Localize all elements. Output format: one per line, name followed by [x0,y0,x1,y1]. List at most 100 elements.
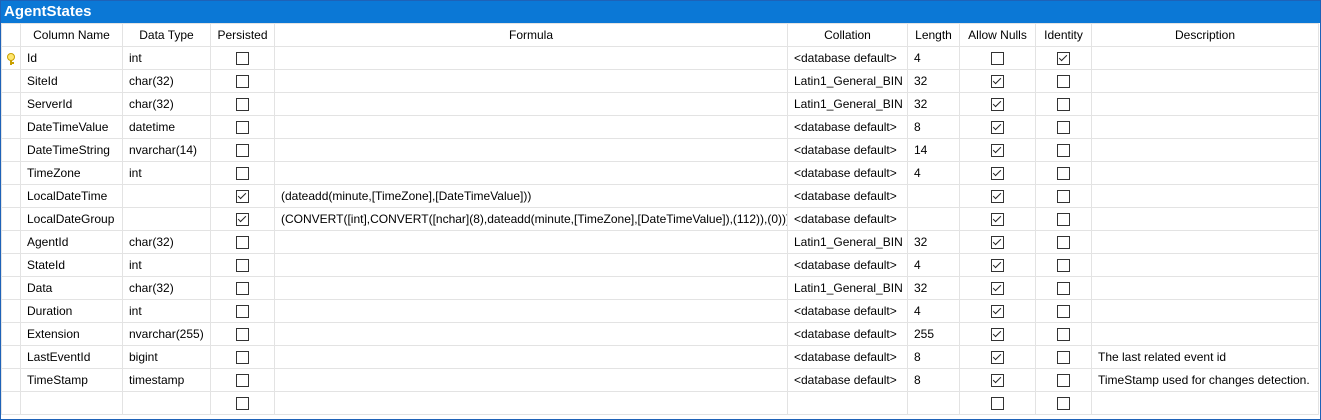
column-name-cell[interactable]: LocalDateGroup [20,207,123,231]
description-cell[interactable] [1091,299,1319,323]
persisted-checkbox[interactable] [236,282,249,296]
column-name-cell[interactable]: Id [20,46,123,70]
data-type-cell[interactable] [122,207,211,231]
row-selector[interactable] [1,276,21,300]
table-row[interactable]: Extension nvarchar(255) <database default>… [1,322,1319,346]
column-name-cell[interactable]: ServerId [20,92,123,116]
length-cell[interactable]: 32 [907,230,960,254]
allow-nulls-checkbox[interactable] [991,98,1004,112]
identity-checkbox[interactable] [1057,328,1070,342]
formula-cell[interactable] [274,276,788,300]
allow-nulls-checkbox[interactable] [991,213,1004,227]
header-description[interactable]: Description [1091,23,1319,47]
row-selector[interactable] [1,138,21,162]
length-cell[interactable]: 8 [907,368,960,392]
formula-cell[interactable]: (dateadd(minute,[TimeZone],[DateTimeValu… [274,184,788,208]
row-selector[interactable] [1,184,21,208]
description-cell[interactable] [1091,92,1319,116]
column-name-cell[interactable]: Extension [20,322,123,346]
data-type-cell[interactable] [122,184,211,208]
header-length[interactable]: Length [907,23,960,47]
identity-checkbox[interactable] [1057,98,1070,112]
column-name-cell[interactable]: AgentId [20,230,123,254]
description-cell[interactable] [1091,115,1319,139]
data-type-cell[interactable]: nvarchar(255) [122,322,211,346]
length-cell[interactable]: 4 [907,161,960,185]
column-name-cell[interactable]: Duration [20,299,123,323]
formula-cell[interactable] [274,92,788,116]
identity-checkbox[interactable] [1057,52,1070,66]
persisted-checkbox[interactable] [236,259,249,273]
data-type-cell[interactable]: char(32) [122,276,211,300]
formula-cell[interactable] [274,161,788,185]
description-cell[interactable] [1091,391,1319,415]
description-cell[interactable] [1091,69,1319,93]
collation-cell[interactable]: <database default> [787,345,908,369]
data-type-cell[interactable]: char(32) [122,230,211,254]
allow-nulls-checkbox[interactable] [991,397,1004,411]
length-cell[interactable]: 32 [907,92,960,116]
description-cell[interactable] [1091,322,1319,346]
table-row[interactable]: Data char(32) Latin1_General_BIN 32 [1,276,1319,300]
identity-checkbox[interactable] [1057,259,1070,273]
data-type-cell[interactable]: bigint [122,345,211,369]
description-cell[interactable] [1091,230,1319,254]
data-type-cell[interactable]: datetime [122,115,211,139]
formula-cell[interactable] [274,230,788,254]
collation-cell[interactable]: <database default> [787,138,908,162]
allow-nulls-checkbox[interactable] [991,351,1004,365]
length-cell[interactable]: 32 [907,276,960,300]
length-cell[interactable] [907,391,960,415]
allow-nulls-checkbox[interactable] [991,144,1004,158]
column-name-cell[interactable]: Data [20,276,123,300]
table-row[interactable]: LocalDateGroup (CONVERT([int],CONVERT([nc… [1,207,1319,231]
persisted-checkbox[interactable] [236,167,249,181]
length-cell[interactable]: 32 [907,69,960,93]
collation-cell[interactable]: <database default> [787,207,908,231]
data-type-cell[interactable]: int [122,299,211,323]
header-column-name[interactable]: Column Name [20,23,123,47]
formula-cell[interactable] [274,322,788,346]
persisted-checkbox[interactable] [236,305,249,319]
identity-checkbox[interactable] [1057,144,1070,158]
collation-cell[interactable]: <database default> [787,184,908,208]
table-row[interactable] [1,391,1319,415]
collation-cell[interactable]: <database default> [787,299,908,323]
table-row[interactable]: StateId int <database default> 4 [1,253,1319,277]
row-selector[interactable] [1,115,21,139]
formula-cell[interactable] [274,138,788,162]
header-allow-nulls[interactable]: Allow Nulls [959,23,1036,47]
column-name-cell[interactable]: LocalDateTime [20,184,123,208]
identity-checkbox[interactable] [1057,121,1070,135]
allow-nulls-checkbox[interactable] [991,305,1004,319]
collation-cell[interactable]: <database default> [787,322,908,346]
data-type-cell[interactable]: char(32) [122,69,211,93]
column-name-cell[interactable]: LastEventId [20,345,123,369]
length-cell[interactable]: 8 [907,115,960,139]
column-name-cell[interactable]: TimeStamp [20,368,123,392]
identity-checkbox[interactable] [1057,190,1070,204]
table-row[interactable]: LocalDateTime (dateadd(minute,[TimeZone],… [1,184,1319,208]
collation-cell[interactable]: Latin1_General_BIN [787,230,908,254]
collation-cell[interactable]: <database default> [787,46,908,70]
collation-cell[interactable]: <database default> [787,253,908,277]
data-type-cell[interactable]: char(32) [122,92,211,116]
description-cell[interactable] [1091,184,1319,208]
allow-nulls-checkbox[interactable] [991,374,1004,388]
table-row[interactable]: SiteId char(32) Latin1_General_BIN 32 [1,69,1319,93]
persisted-checkbox[interactable] [236,75,249,89]
persisted-checkbox[interactable] [236,374,249,388]
header-formula[interactable]: Formula [274,23,788,47]
description-cell[interactable] [1091,46,1319,70]
collation-cell[interactable] [787,391,908,415]
table-row[interactable]: TimeStamp timestamp <database default> 8 Tim… [1,368,1319,392]
row-selector[interactable] [1,92,21,116]
persisted-checkbox[interactable] [236,397,249,411]
identity-checkbox[interactable] [1057,282,1070,296]
column-name-cell[interactable]: DateTimeValue [20,115,123,139]
identity-checkbox[interactable] [1057,236,1070,250]
formula-cell[interactable] [274,46,788,70]
allow-nulls-checkbox[interactable] [991,259,1004,273]
allow-nulls-checkbox[interactable] [991,328,1004,342]
formula-cell[interactable] [274,368,788,392]
